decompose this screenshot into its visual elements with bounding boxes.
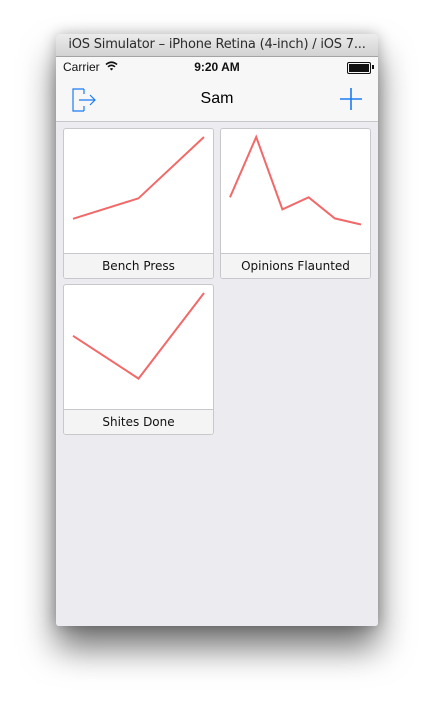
status-bar: Carrier 9:20 AM (56, 57, 378, 77)
charts-grid[interactable]: Bench Press Opinions Flaunted Shites Don… (56, 122, 378, 626)
card-label: Opinions Flaunted (221, 253, 370, 278)
chart-series-line (229, 134, 362, 226)
chart-card-shites-done[interactable]: Shites Done (63, 284, 214, 435)
line-chart (229, 134, 362, 226)
chart-series-line (72, 292, 205, 380)
navigation-bar: Sam (56, 77, 378, 122)
window-titlebar[interactable]: iOS Simulator – iPhone Retina (4-inch) /… (56, 34, 378, 57)
chart-series-line (72, 136, 205, 220)
window-title: iOS Simulator – iPhone Retina (4-inch) /… (68, 37, 366, 52)
card-label: Shites Done (64, 409, 213, 434)
chart-card-bench-press[interactable]: Bench Press (63, 128, 214, 279)
add-button[interactable] (338, 86, 364, 112)
chart-card-opinions-flaunted[interactable]: Opinions Flaunted (220, 128, 371, 279)
nav-title: Sam (200, 90, 234, 107)
line-chart (72, 136, 205, 220)
card-label: Bench Press (64, 253, 213, 278)
clock-label: 9:20 AM (194, 60, 240, 74)
battery-icon (347, 62, 371, 74)
plus-icon (340, 88, 362, 110)
line-chart (72, 292, 205, 380)
simulator-window: iOS Simulator – iPhone Retina (4-inch) /… (56, 34, 378, 626)
